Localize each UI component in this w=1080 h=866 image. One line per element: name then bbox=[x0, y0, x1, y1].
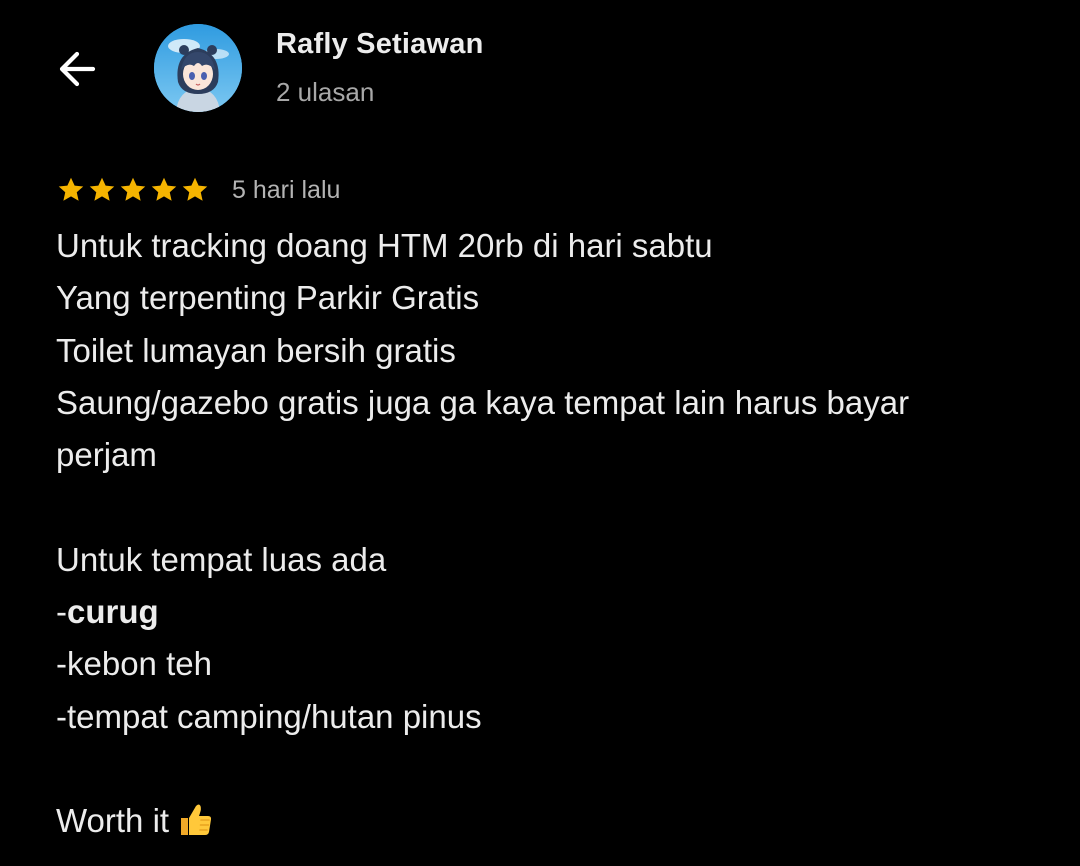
review-line: Toilet lumayan bersih gratis bbox=[56, 331, 456, 369]
review-count: 2 ulasan bbox=[276, 77, 375, 107]
author-name[interactable]: Rafly Setiawan bbox=[276, 28, 484, 61]
review-line: Saung/gazebo gratis juga ga kaya tempat … bbox=[56, 383, 910, 421]
avatar-image bbox=[154, 24, 242, 112]
list-item: -curug bbox=[56, 586, 1036, 638]
star-icon bbox=[89, 177, 115, 201]
review-line: perjam bbox=[56, 436, 157, 474]
closing-line: Worth it bbox=[56, 795, 1036, 847]
list-intro: Untuk tempat luas ada bbox=[56, 540, 387, 578]
closing-text: Worth it bbox=[56, 802, 170, 840]
star-icon bbox=[151, 177, 177, 201]
star-icon bbox=[182, 177, 208, 201]
star-icon bbox=[58, 177, 84, 201]
review-date: 5 hari lalu bbox=[232, 175, 341, 204]
review-line: Yang terpenting Parkir Gratis bbox=[56, 279, 480, 317]
star-rating bbox=[56, 175, 210, 205]
avatar[interactable] bbox=[154, 24, 242, 112]
list-item: -kebon teh bbox=[56, 645, 212, 683]
list-item-prefix: - bbox=[56, 593, 67, 631]
list-item: -tempat camping/hutan pinus bbox=[56, 697, 482, 735]
arrow-left-icon bbox=[59, 51, 96, 87]
list-item-bold: curug bbox=[67, 593, 159, 631]
review-text: Untuk tracking doang HTM 20rb di hari sa… bbox=[56, 220, 1036, 848]
review-header: Rafly Setiawan 2 ulasan bbox=[0, 0, 1080, 140]
review-line: Untuk tracking doang HTM 20rb di hari sa… bbox=[56, 227, 713, 264]
star-icon bbox=[120, 177, 146, 201]
rating-row: 5 hari lalu bbox=[56, 172, 340, 208]
back-button[interactable] bbox=[50, 42, 104, 96]
thumbs-up-icon bbox=[181, 804, 212, 835]
